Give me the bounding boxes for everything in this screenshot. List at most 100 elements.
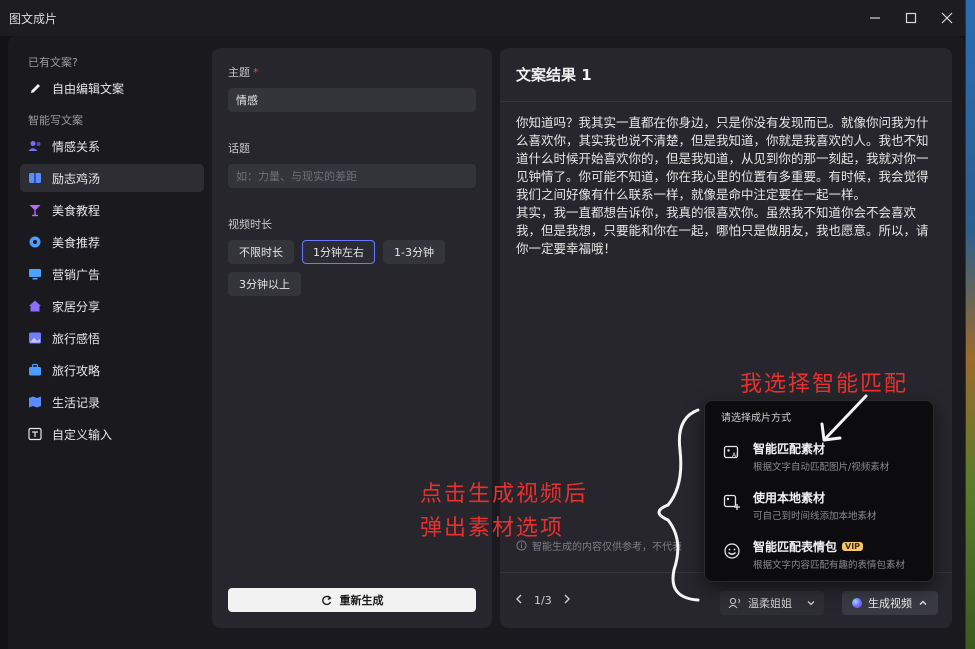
refresh-icon bbox=[321, 594, 332, 605]
map-icon bbox=[28, 395, 42, 409]
popup-option-title: 智能匹配表情包 VIP bbox=[753, 538, 905, 555]
sidebar-item-6[interactable]: 旅行感悟 bbox=[20, 324, 204, 352]
voice-select[interactable]: 温柔姐姐 bbox=[720, 591, 824, 615]
popup-option-text: 使用本地素材可自己到时间线添加本地素材 bbox=[753, 489, 877, 522]
title-bar: 图文成片 bbox=[0, 0, 965, 36]
sidebar-item-3[interactable]: 美食推荐 bbox=[20, 228, 204, 256]
popup-option-1[interactable]: 使用本地素材可自己到时间线添加本地素材 bbox=[715, 489, 923, 522]
popup-options: AI 智能匹配素材根据文字自动匹配图片/视频素材 使用本地素材可自己到时间线添加本地… bbox=[715, 440, 923, 571]
ai-image-icon: AI bbox=[723, 444, 741, 462]
sidebar-item-label: 美食教程 bbox=[52, 203, 101, 218]
result-paragraph-2: 其实，我一直都想告诉你，我真的很喜欢你。虽然我不知道你会不会喜欢我，但是我想，只… bbox=[516, 205, 929, 256]
close-button[interactable] bbox=[929, 0, 965, 36]
sidebar-item-label: 美食推荐 bbox=[52, 235, 101, 250]
sidebar-item-label: 励志鸡汤 bbox=[52, 171, 101, 186]
annotation-top-note: 我选择智能匹配 bbox=[740, 372, 909, 397]
popup-title: 请选择成片方式 bbox=[721, 413, 791, 424]
picture-icon bbox=[28, 331, 42, 345]
chevron-left-icon bbox=[516, 594, 522, 604]
sidebar-item-label: 自定义输入 bbox=[52, 427, 113, 442]
topic-input[interactable]: 情感 bbox=[228, 88, 476, 112]
sidebar-item-0[interactable]: 情感关系 bbox=[20, 132, 204, 160]
maximize-icon bbox=[905, 12, 917, 24]
sidebar-item-1[interactable]: 励志鸡汤 bbox=[20, 164, 204, 192]
popup-option-title: 智能匹配素材 bbox=[753, 440, 889, 457]
annotation-left-note-2: 弹出素材选项 bbox=[420, 516, 565, 541]
duration-label: 视频时长 bbox=[228, 218, 272, 231]
popup-option-desc: 根据文字内容匹配有趣的表情包素材 bbox=[753, 560, 906, 571]
sidebar-item-label: 营销广告 bbox=[52, 267, 101, 282]
regenerate-label: 重新生成 bbox=[339, 594, 384, 607]
regenerate-button[interactable]: 重新生成 bbox=[228, 588, 476, 612]
app-window: 图文成片 已有文案? 自由编辑文案 智能写文案 情感关系励志鸡汤美食教程美食推荐… bbox=[0, 0, 966, 649]
book-icon bbox=[28, 171, 42, 185]
users-icon bbox=[28, 139, 42, 153]
sidebar-item-label: 旅行感悟 bbox=[52, 331, 101, 346]
sidebar-item-label: 自由编辑文案 bbox=[52, 81, 125, 96]
sidebar-item-label: 情感关系 bbox=[52, 139, 101, 154]
minimize-button[interactable] bbox=[857, 0, 893, 36]
sidebar-item-4[interactable]: 营销广告 bbox=[20, 260, 204, 288]
sidebar-item-7[interactable]: 旅行攻略 bbox=[20, 356, 204, 384]
chevron-right-icon bbox=[564, 594, 570, 604]
sidebar-item-free-edit[interactable]: 自由编辑文案 bbox=[20, 74, 204, 102]
suitcase-icon bbox=[28, 363, 42, 377]
pencil-icon bbox=[28, 81, 42, 95]
sidebar-item-9[interactable]: 自定义输入 bbox=[20, 420, 204, 448]
maximize-button[interactable] bbox=[893, 0, 929, 36]
duration-option-3[interactable]: 3分钟以上 bbox=[228, 272, 301, 296]
title-input[interactable]: 如：力量、与现实的差距 bbox=[228, 164, 476, 188]
result-title: 文案结果 1 bbox=[500, 48, 952, 102]
sidebar-section-existing: 已有文案? bbox=[28, 56, 78, 69]
vip-badge: VIP bbox=[842, 542, 864, 551]
sidebar-item-5[interactable]: 家居分享 bbox=[20, 292, 204, 320]
required-mark: * bbox=[253, 66, 259, 79]
minimize-icon bbox=[870, 17, 880, 19]
generate-orb-icon bbox=[852, 598, 862, 608]
voice-label: 温柔姐姐 bbox=[748, 597, 792, 610]
popup-option-0[interactable]: AI 智能匹配素材根据文字自动匹配图片/视频素材 bbox=[715, 440, 923, 473]
result-paragraph-1: 你知道吗？我其实一直都在你身边，只是你没有发现而已。就像你问我为什么喜欢你，其实… bbox=[516, 115, 929, 202]
popup-option-desc: 可自己到时间线添加本地素材 bbox=[753, 511, 877, 522]
result-text[interactable]: 你知道吗？我其实一直都在你身边，只是你没有发现而已。就像你问我为什么喜欢你，其实… bbox=[500, 102, 952, 270]
popup-option-title: 使用本地素材 bbox=[753, 489, 877, 506]
duration-option-2[interactable]: 1-3分钟 bbox=[383, 240, 445, 264]
svg-text:AI: AI bbox=[732, 452, 738, 459]
flower-icon bbox=[28, 235, 42, 249]
close-icon bbox=[941, 12, 953, 24]
sidebar-item-label: 旅行攻略 bbox=[52, 363, 101, 378]
add-image-icon bbox=[723, 493, 741, 511]
sidebar-item-8[interactable]: 生活记录 bbox=[20, 388, 204, 416]
prev-page-button[interactable] bbox=[514, 594, 524, 607]
popup-option-title-text: 智能匹配素材 bbox=[753, 442, 826, 456]
popup-option-title-text: 智能匹配表情包 bbox=[753, 540, 838, 554]
topic-label-text: 主题 bbox=[228, 66, 250, 79]
text-box-icon bbox=[28, 427, 42, 441]
generate-video-label: 生成视频 bbox=[868, 597, 912, 610]
generate-video-button[interactable]: 生成视频 bbox=[842, 591, 938, 615]
popup-option-desc: 根据文字自动匹配图片/视频素材 bbox=[753, 462, 890, 473]
generation-method-popup: 请选择成片方式 AI 智能匹配素材根据文字自动匹配图片/视频素材 使用本地素材可自己… bbox=[704, 400, 934, 582]
popup-option-2[interactable]: 智能匹配表情包 VIP 根据文字内容匹配有趣的表情包素材 bbox=[715, 538, 923, 571]
home-icon bbox=[28, 299, 42, 313]
popup-option-title-text: 使用本地素材 bbox=[753, 491, 826, 505]
sidebar-item-label: 家居分享 bbox=[52, 299, 101, 314]
pager: 1/3 bbox=[514, 594, 572, 607]
topic-label: 主题 * bbox=[228, 64, 476, 80]
sidebar-item-2[interactable]: 美食教程 bbox=[20, 196, 204, 224]
chevron-down-icon bbox=[807, 601, 815, 606]
page-indicator: 1/3 bbox=[534, 594, 552, 607]
chevron-up-icon bbox=[919, 600, 927, 605]
sidebar-section-smart: 智能写文案 bbox=[28, 114, 83, 127]
voice-icon bbox=[728, 597, 740, 609]
sidebar-item-label: 生活记录 bbox=[52, 395, 101, 410]
duration-option-1[interactable]: 1分钟左右 bbox=[302, 240, 375, 264]
sidebar-list: 情感关系励志鸡汤美食教程美食推荐营销广告家居分享旅行感悟旅行攻略生活记录自定义输… bbox=[20, 132, 204, 448]
monitor-icon bbox=[28, 267, 42, 281]
duration-option-0[interactable]: 不限时长 bbox=[228, 240, 294, 264]
window-title: 图文成片 bbox=[9, 11, 58, 26]
title-label: 话题 bbox=[228, 142, 250, 155]
duration-options: 不限时长 1分钟左右 1-3分钟 3分钟以上 bbox=[228, 240, 476, 296]
cocktail-icon bbox=[28, 203, 42, 217]
next-page-button[interactable] bbox=[562, 594, 572, 607]
